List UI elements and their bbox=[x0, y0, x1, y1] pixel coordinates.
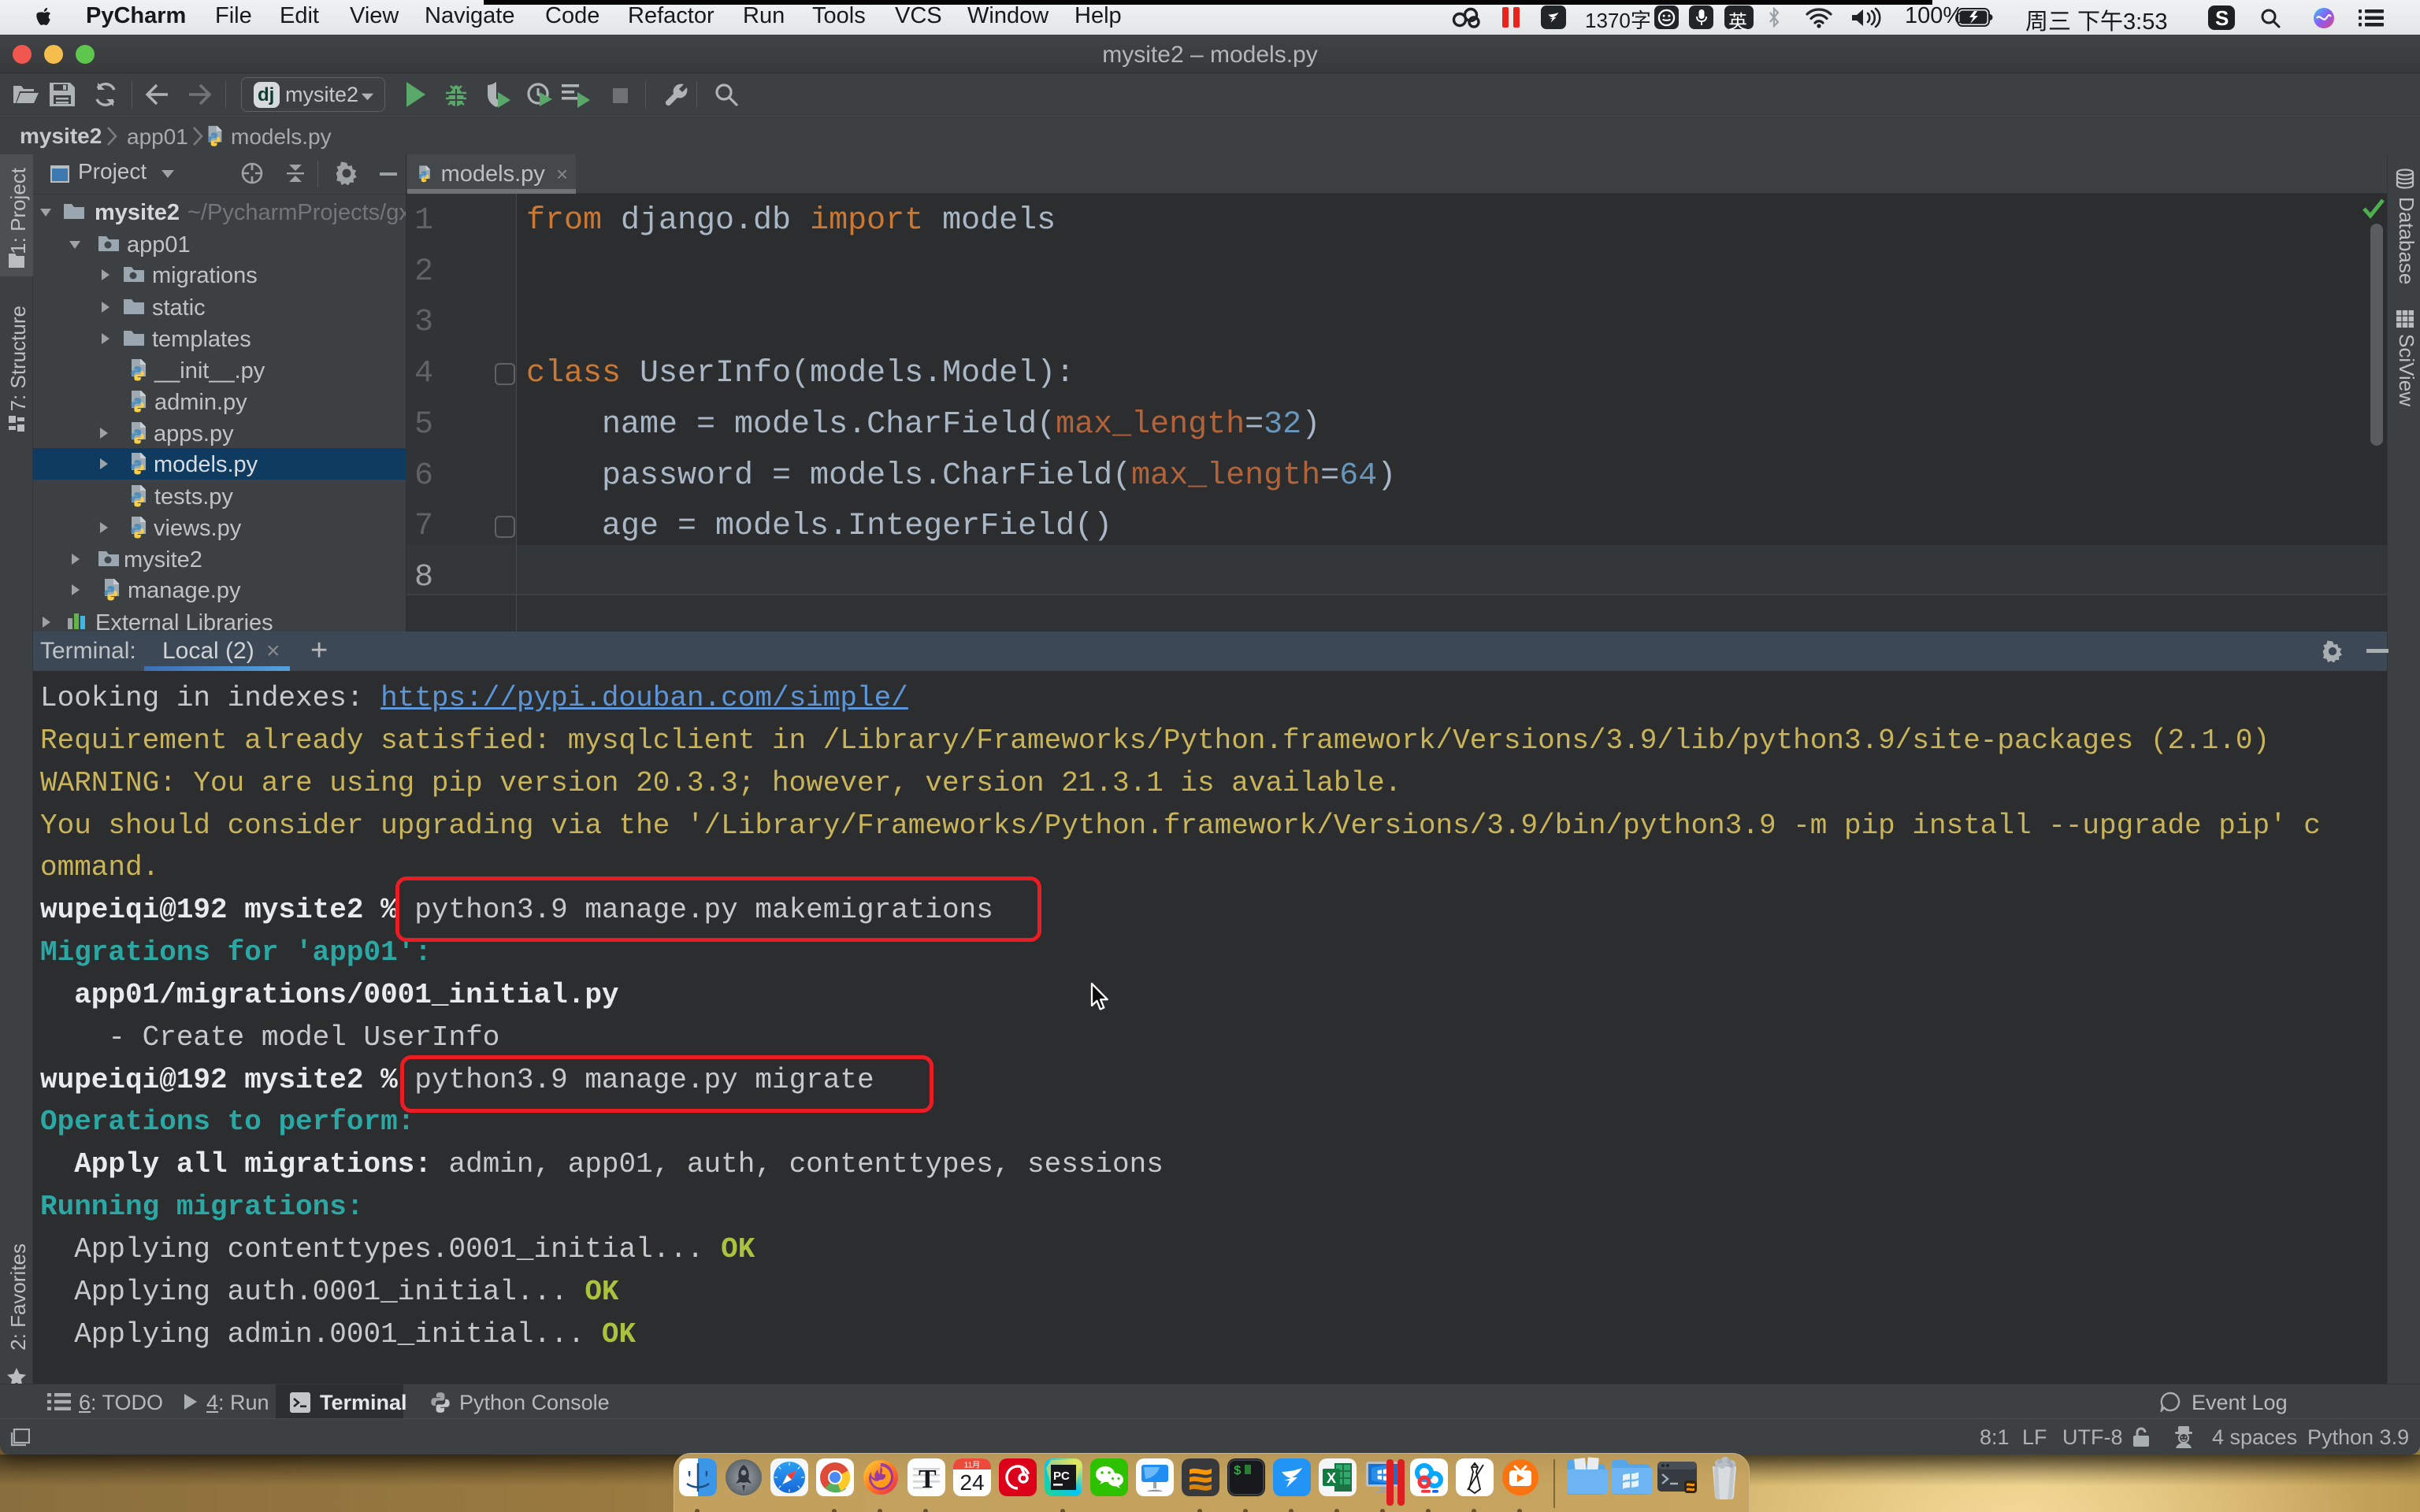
svg-text:11月: 11月 bbox=[964, 1460, 980, 1469]
svg-text:T: T bbox=[919, 1465, 937, 1494]
svg-text:$: $ bbox=[1234, 1464, 1242, 1478]
svg-text:PC: PC bbox=[1053, 1469, 1070, 1483]
svg-text:24: 24 bbox=[959, 1470, 984, 1495]
svg-text:X: X bbox=[1327, 1470, 1336, 1486]
